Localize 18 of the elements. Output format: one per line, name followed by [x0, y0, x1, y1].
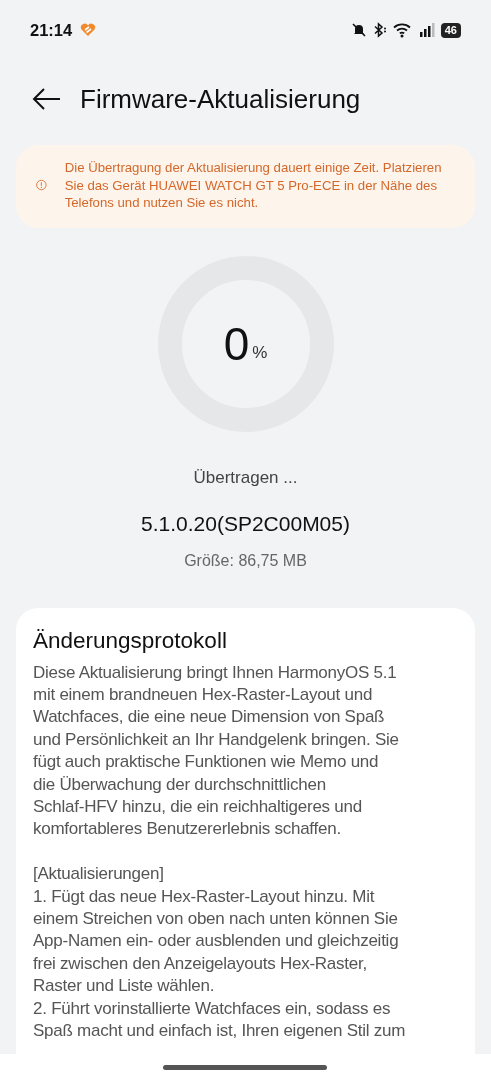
warning-text: Die Übertragung der Aktualisierung dauert einige Zeit. Platzieren Sie das Gerät HUAWEI WATCH GT 5 Pro-ECE in der Nähe des Telefons und nutzen Sie es nicht. [64, 159, 443, 212]
progress-value: 0 [223, 316, 250, 371]
version-number: 5.1.0.20(SP2C00M05) [140, 511, 351, 536]
changelog-text: [Aktualisierungen] 1. Fügt das neue Hex-Raster-Layout hinzu. Mit einem Streichen von oben nach unten können Sie App-Namen ein- oder ausblenden und gleichzeitig frei zwischen den Anzeigelayouts Hex-Raster, Raster und Liste wählen. 2. Führt vorinstallierte Watchfaces ein, sodass es Spaß macht und einfach ist, Ihren eigenen Stil zum [33, 863, 407, 1042]
changelog-title: Änderungsprotokoll [33, 627, 228, 654]
changelog-text: Diese Aktualisierung bringt Ihnen HarmonyOS 5.1 mit einem brandneuen Hex-Raster-Layout und Watchfaces, die eine neue Dimension von Spaß und Persönlichkeit an Ihr Handgelenk bringen. Sie fügt auch praktische Funktionen wie Memo und die Überwachung der durchschnittlichen Schlaf-HFV hinzu, die ein reichhaltigeres und komfortableres Benutzererlebnis schaffen. [33, 661, 400, 841]
update-size: Größe: 86,75 MB [183, 551, 308, 570]
progress-unit: % [252, 342, 268, 363]
bluetooth-icon [372, 22, 387, 38]
heart-icon [80, 23, 97, 37]
status-time: 21:14 [30, 20, 73, 40]
transfer-status: Übertragen ... [192, 467, 299, 488]
battery-icon: 46 [440, 22, 461, 38]
bell-off-icon [350, 22, 367, 38]
wifi-icon [392, 22, 413, 38]
page-title: Firmware-Aktualisierung [80, 83, 361, 115]
back-arrow-icon[interactable] [32, 87, 62, 111]
signal-icon [418, 23, 435, 37]
